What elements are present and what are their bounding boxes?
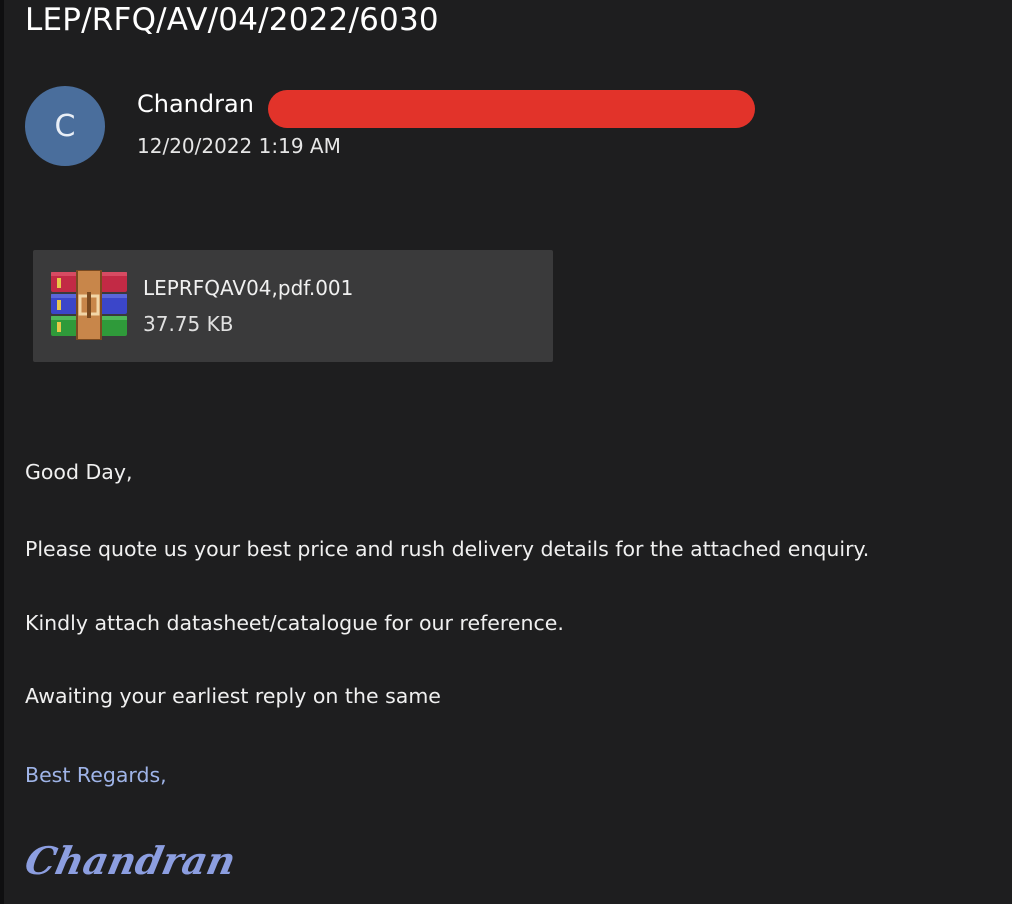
window-edge: [0, 0, 4, 904]
sender-avatar[interactable]: C: [25, 86, 105, 166]
body-line-datasheet: Kindly attach datasheet/catalogue for ou…: [25, 611, 564, 635]
email-subject: LEP/RFQ/AV/04/2022/6030: [25, 2, 439, 38]
body-line-awaiting: Awaiting your earliest reply on the same: [25, 684, 441, 708]
email-timestamp: 12/20/2022 1:19 AM: [137, 134, 341, 158]
attachment-filename: LEPRFQAV04,pdf.001: [143, 276, 354, 300]
avatar-initial: C: [54, 108, 76, 144]
sender-name[interactable]: Chandran: [137, 90, 254, 118]
redacted-sender-address: [268, 90, 755, 128]
body-greeting: Good Day,: [25, 460, 133, 484]
attachment-card[interactable]: LEPRFQAV04,pdf.001 37.75 KB: [33, 250, 553, 362]
winrar-archive-icon: [51, 270, 127, 340]
body-closing: Best Regards,: [25, 763, 167, 787]
attachment-size: 37.75 KB: [143, 312, 234, 336]
body-line-request: Please quote us your best price and rush…: [25, 537, 870, 561]
signature: Chandran: [21, 838, 240, 883]
